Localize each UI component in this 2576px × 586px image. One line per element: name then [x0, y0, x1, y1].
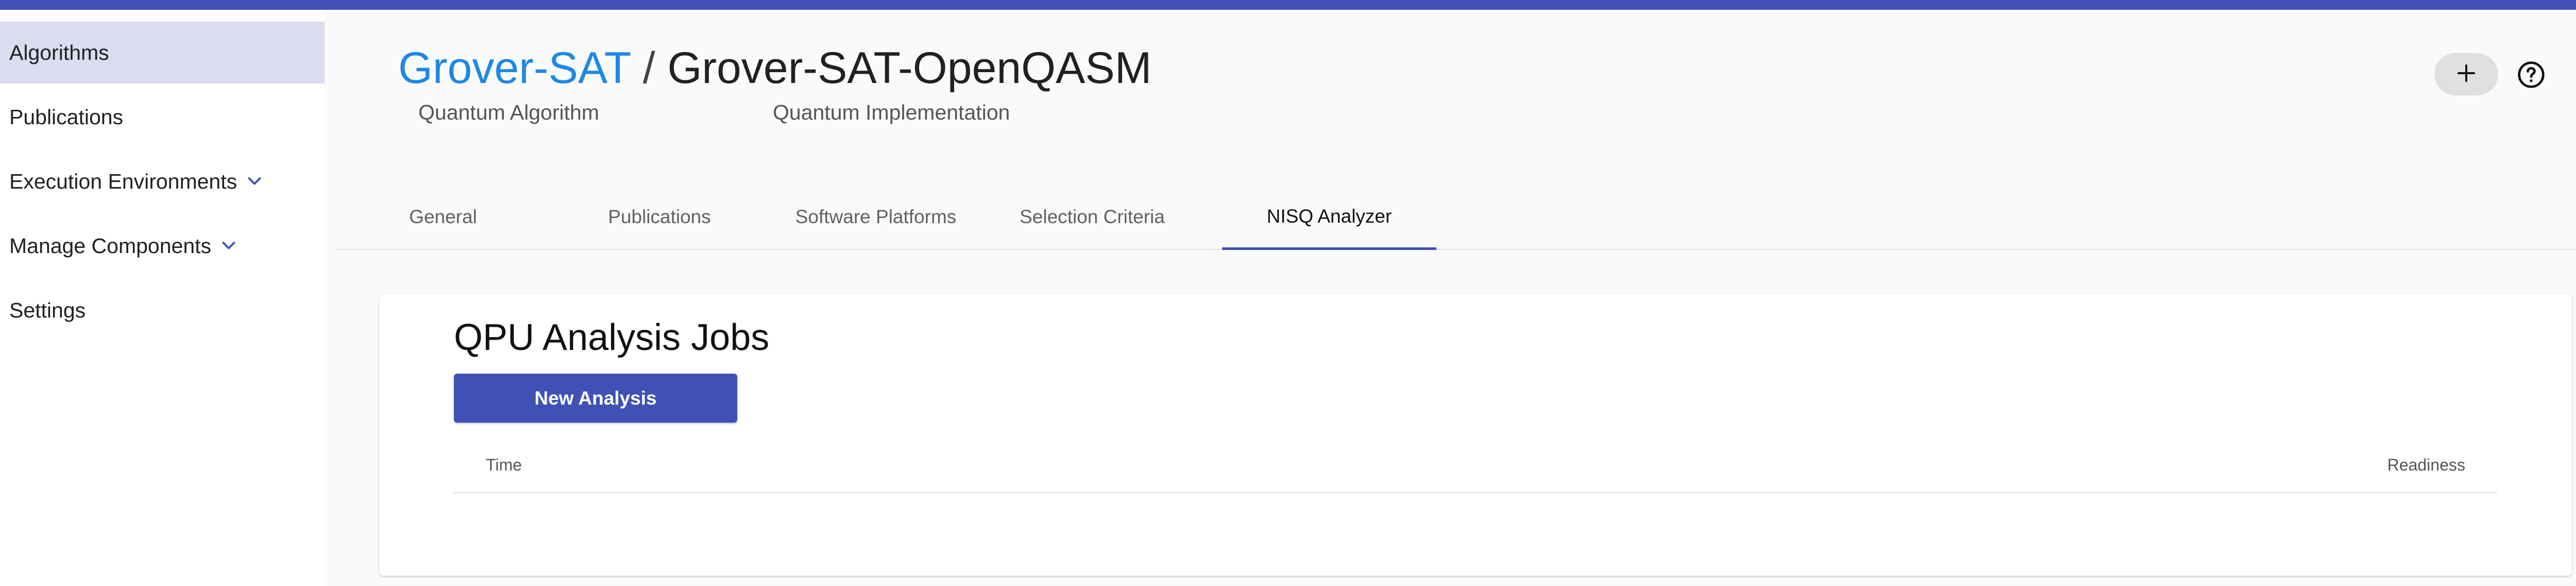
page-title: Grover-SAT-OpenQASM — [667, 43, 1152, 93]
help-circle-icon — [2517, 60, 2546, 92]
tab-software-platforms[interactable]: Software Platforms — [768, 185, 984, 249]
help-button[interactable] — [2517, 61, 2546, 90]
sidebar-item-publications[interactable]: Publications — [0, 86, 325, 148]
tab-label: General — [409, 206, 477, 227]
tab-general[interactable]: General — [335, 185, 551, 249]
sidebar-item-execution-environments[interactable]: Execution Environments — [0, 150, 325, 212]
tab-nisq-analyzer[interactable]: NISQ Analyzer — [1222, 185, 1436, 250]
tab-publications[interactable]: Publications — [551, 185, 768, 249]
chevron-down-icon[interactable] — [219, 237, 238, 255]
plus-icon — [2456, 63, 2477, 86]
tab-selection-criteria[interactable]: Selection Criteria — [984, 185, 1200, 249]
top-app-bar — [0, 0, 2576, 10]
tab-label: Publications — [608, 206, 711, 227]
add-button[interactable] — [2434, 53, 2498, 95]
tab-label: NISQ Analyzer — [1266, 205, 1392, 227]
breadcrumb-separator: / — [642, 43, 655, 93]
table-header: Time Readiness — [454, 438, 2497, 493]
chevron-down-icon[interactable] — [245, 172, 264, 191]
analysis-jobs-card: QPU Analysis Jobs New Analysis Time Read… — [379, 294, 2572, 576]
sidebar-item-label: Algorithms — [9, 40, 109, 64]
parent-subtitle: Quantum Algorithm — [418, 101, 599, 124]
sidebar-item-algorithms[interactable]: Algorithms — [0, 22, 325, 83]
tab-label: Software Platforms — [795, 206, 957, 227]
sidebar-item-label: Publications — [9, 105, 124, 129]
card-title: QPU Analysis Jobs — [454, 317, 770, 358]
sidebar-item-settings[interactable]: Settings — [0, 279, 325, 341]
sidebar-item-label: Execution Environments — [9, 169, 238, 193]
breadcrumb: Grover-SAT / Grover-SAT-OpenQASM — [398, 46, 1151, 90]
main-content: Grover-SAT / Grover-SAT-OpenQASM Quantum… — [325, 10, 2576, 586]
tab-bar: General Publications Software Platforms … — [335, 185, 2576, 250]
current-subtitle: Quantum Implementation — [773, 101, 1010, 124]
column-header-time[interactable]: Time — [486, 438, 522, 492]
sidebar: Algorithms Publications Execution Enviro… — [0, 10, 325, 586]
sidebar-item-label: Manage Components — [9, 233, 212, 258]
new-analysis-button[interactable]: New Analysis — [454, 374, 737, 423]
sidebar-item-label: Settings — [9, 298, 86, 322]
sidebar-item-manage-components[interactable]: Manage Components — [0, 215, 325, 277]
breadcrumb-parent-link[interactable]: Grover-SAT — [398, 43, 631, 93]
column-header-readiness[interactable]: Readiness — [2387, 438, 2465, 492]
tab-label: Selection Criteria — [1020, 206, 1165, 227]
